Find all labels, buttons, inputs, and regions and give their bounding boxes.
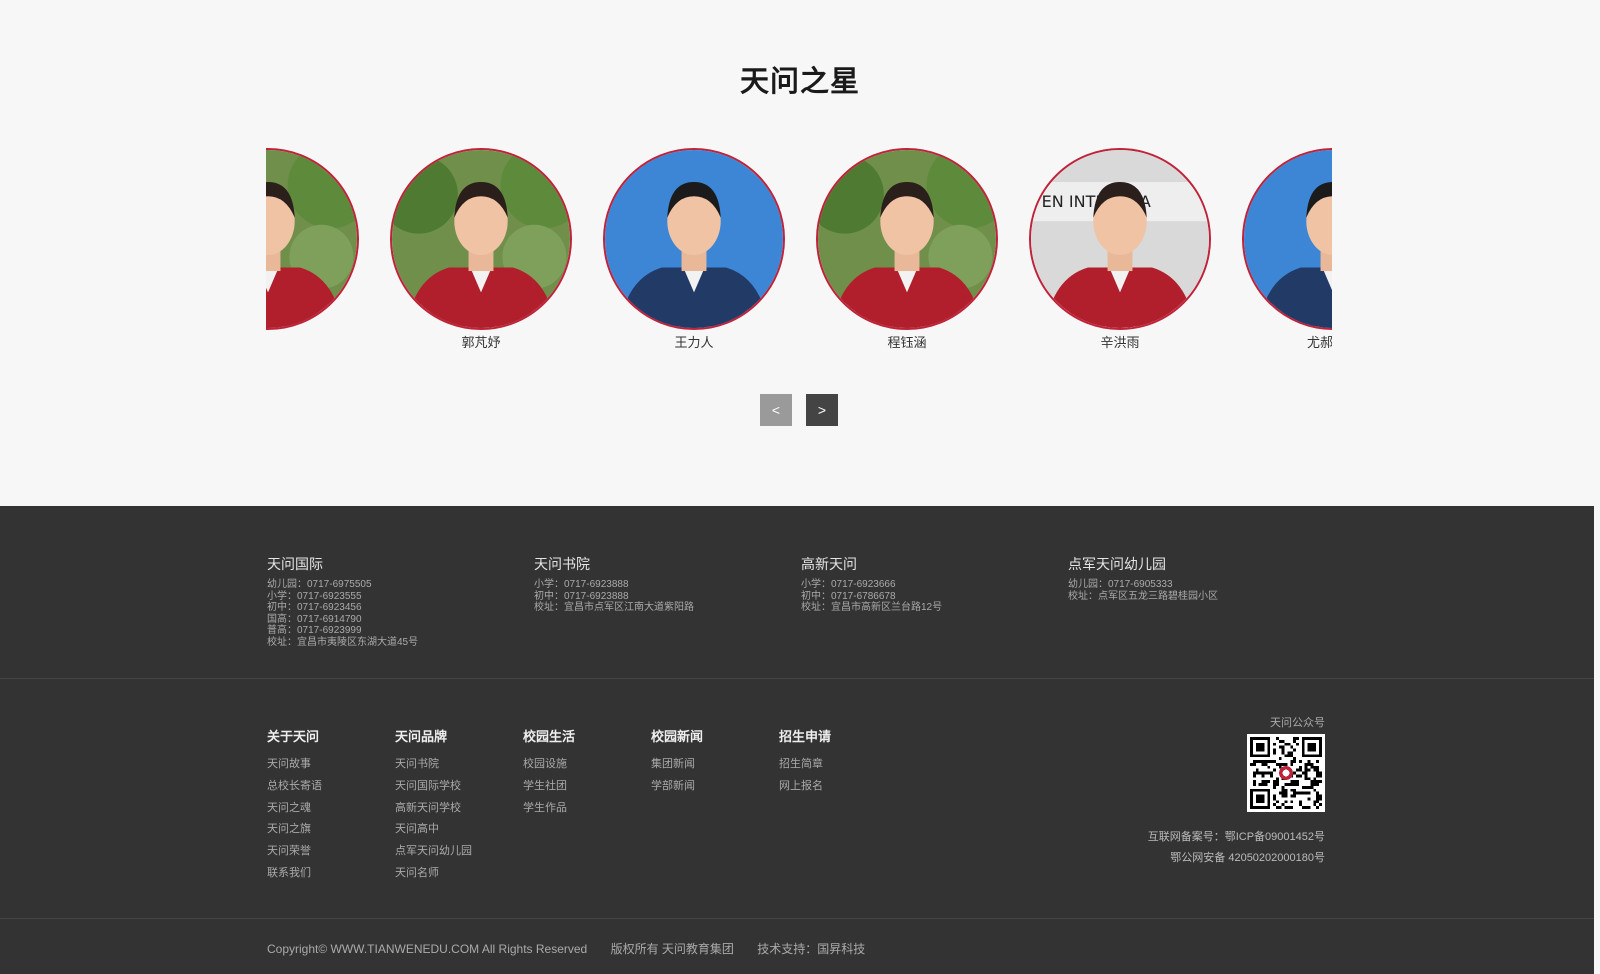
nav-link[interactable]: 天问名师	[395, 863, 515, 885]
page-edge	[1594, 0, 1600, 974]
nav-link[interactable]: 天问书院	[395, 754, 515, 776]
student-photo[interactable]	[1242, 148, 1332, 330]
contact-line: 初中：0717-6786678	[801, 590, 896, 602]
nav-link[interactable]: 学生作品	[523, 798, 643, 820]
student-name: 尤郝龙辉	[1306, 335, 1332, 350]
contact-line: 初中：0717-6923456	[267, 602, 362, 613]
carousel-next-button[interactable]: >	[806, 394, 838, 426]
nav-heading[interactable]: 校园生活	[523, 726, 643, 745]
contact-line: 校址：宜昌市夷陵区东湖大道45号	[267, 636, 419, 648]
student-photo[interactable]: EN INTE IONA	[1029, 148, 1211, 330]
nav-heading[interactable]: 校园新闻	[651, 726, 771, 745]
footer-divider	[0, 918, 1594, 919]
nav-column: 校园生活校园设施 学生社团 学生作品	[523, 726, 643, 819]
nav-link[interactable]: 学部新闻	[651, 776, 771, 798]
qr-label: 天问公众号	[1270, 717, 1325, 729]
student-card[interactable]: EN INTE IONA 辛洪雨	[1029, 148, 1211, 351]
student-photo[interactable]	[603, 148, 785, 330]
nav-link[interactable]: 天问之旗	[267, 819, 387, 841]
student-photo[interactable]	[816, 148, 998, 330]
contact-line: 小学：0717-6923555	[267, 590, 362, 602]
carousel-prev-button[interactable]: <	[760, 394, 792, 426]
copyright-text: Copyright© WWW.TIANWENEDU.COM All Rights…	[267, 942, 588, 956]
contact-line: 小学：0717-6923888	[534, 579, 629, 590]
contact-column: 高新天问小学：0717-6923666 初中：0717-6786678 校址：宜昌市…	[801, 554, 1061, 614]
contact-line: 校址：点军区五龙三路碧桂园小区	[1068, 590, 1218, 602]
student-name: 王力人	[674, 335, 714, 350]
stars-section: 天问之星 郭芃妤 王力人 程钰涵 EN INTE IONA 辛洪雨 尤郝龙辉 < >	[0, 0, 1600, 506]
nav-link[interactable]: 天问荣誉	[267, 841, 387, 863]
nav-link[interactable]: 联系我们	[267, 863, 387, 885]
copyright-owner: 版权所有 天问教育集团	[610, 942, 734, 956]
nav-link[interactable]: 校园设施	[523, 754, 643, 776]
contact-line: 小学：0717-6923666	[801, 579, 896, 590]
section-title: 天问之星	[739, 64, 860, 98]
student-name: 辛洪雨	[1100, 335, 1140, 350]
student-card[interactable]	[266, 148, 359, 332]
nav-link[interactable]: 天问故事	[267, 754, 387, 776]
student-card[interactable]: 郭芃妤	[390, 148, 572, 351]
contact-title: 高新天问	[801, 556, 857, 572]
contact-line: 幼儿园：0717-6905333	[1068, 579, 1173, 590]
nav-link[interactable]: 网上报名	[779, 776, 899, 798]
nav-link[interactable]: 天问国际学校	[395, 776, 515, 798]
contact-line: 幼儿园：0717-6975505	[267, 579, 372, 590]
nav-link[interactable]: 招生简章	[779, 754, 899, 776]
contact-column: 天问书院小学：0717-6923888 初中：0717-6923888 校址：宜昌市…	[534, 554, 794, 614]
nav-link[interactable]: 集团新闻	[651, 754, 771, 776]
contact-line: 国高：0717-6914790	[267, 613, 362, 625]
nav-column: 天问品牌天问书院 天问国际学校 高新天问学校 天问高中 点军天问幼儿园 天问名师	[395, 726, 515, 885]
qr-code-image	[1247, 734, 1325, 812]
contact-column: 天问国际幼儿园：0717-6975505 小学：0717-6923555 初中：07…	[267, 554, 527, 648]
nav-link[interactable]: 高新天问学校	[395, 798, 515, 820]
nav-heading[interactable]: 天问品牌	[395, 726, 515, 745]
nav-link[interactable]: 天问高中	[395, 819, 515, 841]
student-card[interactable]: 王力人	[603, 148, 785, 351]
site-footer: 天问国际 幼儿园：0717-6975505 小学：0717-6923555 初中：07…	[0, 506, 1600, 974]
nav-link[interactable]: 点军天问幼儿园	[395, 841, 515, 863]
nav-link[interactable]: 总校长寄语	[267, 776, 387, 798]
stars-carousel: 郭芃妤 王力人 程钰涵 EN INTE IONA 辛洪雨 尤郝龙辉	[266, 145, 1332, 355]
nav-heading[interactable]: 招生申请	[779, 726, 899, 745]
contact-title: 天问书院	[534, 556, 590, 572]
student-card[interactable]: 尤郝龙辉	[1242, 148, 1332, 351]
footer-divider	[0, 678, 1594, 679]
icp-record[interactable]: 互联网备案号：鄂ICP备09001452号	[1025, 827, 1325, 848]
nav-link[interactable]: 天问之魂	[267, 798, 387, 820]
qr-block: 天问公众号 互联网备案号：鄂ICP备09001452号 鄂公网安备 420502…	[1025, 714, 1325, 868]
school-contacts: 天问国际 幼儿园：0717-6975505 小学：0717-6923555 初中：07…	[267, 554, 1333, 654]
student-card[interactable]: 程钰涵	[816, 148, 998, 351]
nav-column: 关于天问天问故事 总校长寄语 天问之魂 天问之旗 天问荣誉 联系我们	[267, 726, 387, 885]
student-photo[interactable]	[390, 148, 572, 330]
contact-title: 点军天问幼儿园	[1068, 556, 1166, 572]
contact-line: 校址：宜昌市高新区兰台路12号	[801, 602, 943, 613]
student-name: 郭芃妤	[461, 335, 501, 350]
police-record[interactable]: 鄂公网安备 42050202000180号	[1025, 848, 1325, 869]
contact-line: 校址：宜昌市点军区江南大道紫阳路	[534, 602, 694, 613]
nav-heading[interactable]: 关于天问	[267, 726, 387, 745]
contact-line: 普高：0717-6923999	[267, 625, 362, 636]
copyright-bar: Copyright© WWW.TIANWENEDU.COM All Rights…	[267, 940, 885, 957]
contact-column: 点军天问幼儿园幼儿园：0717-6905333 校址：点军区五龙三路碧桂园小区	[1068, 554, 1328, 602]
nav-link[interactable]: 学生社团	[523, 776, 643, 798]
student-name: 程钰涵	[887, 335, 927, 350]
nav-column: 招生申请招生简章 网上报名	[779, 726, 899, 798]
tech-support[interactable]: 技术支持：国昇科技	[757, 942, 865, 956]
contact-title: 天问国际	[267, 556, 323, 572]
nav-column: 校园新闻集团新闻 学部新闻	[651, 726, 771, 798]
contact-line: 初中：0717-6923888	[534, 590, 629, 602]
student-photo[interactable]	[266, 148, 359, 330]
